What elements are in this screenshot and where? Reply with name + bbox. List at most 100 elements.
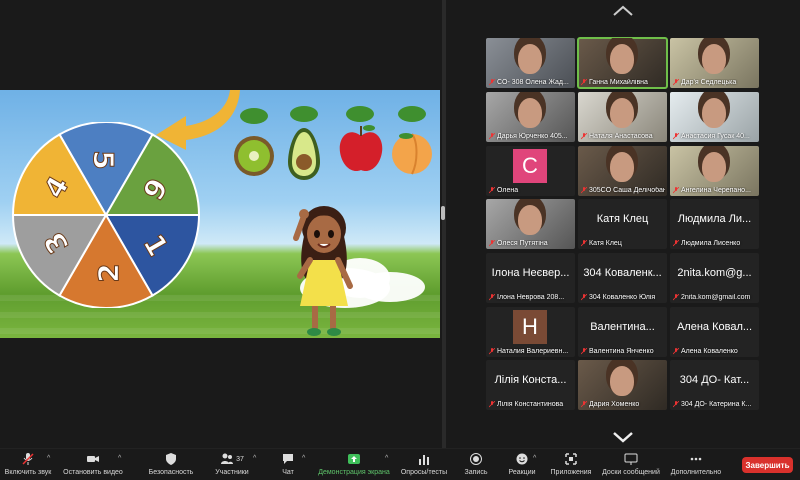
participant-tile[interactable]: 2nita.kom@g... 2nita.kom@gmail.com [670,253,759,303]
participant-name-label: Ілона Неврова 208... [489,294,573,301]
unmute-button[interactable]: Включить звук [4,452,52,480]
participant-name: Ілона Неврова 208... [497,294,565,301]
participants-options-caret-icon[interactable]: ^ [253,455,256,462]
whiteboards-button[interactable]: Доски сообщений [600,452,662,480]
chat-options-caret-icon[interactable]: ^ [302,455,305,462]
end-meeting-button[interactable]: Завершить [742,457,793,473]
participant-name: 304 Коваленко Юлія [589,294,656,301]
participant-name-label: 305CO Саша Делічобан [581,187,665,194]
microphone-muted-icon [489,401,495,408]
microphone-muted-icon [581,294,587,301]
more-button[interactable]: Дополнительно [668,452,724,480]
participants-button[interactable]: 37 Участники [210,452,254,480]
microphone-muted-icon [581,240,587,247]
participant-tile[interactable]: 304 Коваленк... 304 Коваленко Юлія [578,253,667,303]
participant-tile[interactable]: Анастасия Гусак 40... [670,92,759,142]
participant-tile[interactable]: Валентина... Валентина Янченко [578,307,667,357]
participants-label: Участники [215,469,249,476]
participant-video [610,152,634,182]
microphone-muted-icon [673,133,679,140]
meeting-toolbar: Включить звук ^ Остановить видео ^ Безоп… [0,448,800,480]
chat-label: Чат [282,469,294,476]
microphone-muted-icon [673,294,679,301]
participant-tile[interactable]: 304 ДО- Кат... 304 ДО- Катерина К... [670,360,759,410]
participant-tile[interactable]: Алена Ковал... Алена Коваленко [670,307,759,357]
participant-tile[interactable]: CO- 308 Олена Жад... [486,38,575,88]
participant-name: Ангелина Черепано... [681,187,751,194]
apps-label: Приложения [550,469,592,476]
participant-display-name: Людмила Ли... [677,213,752,225]
share-options-caret-icon[interactable]: ^ [385,455,388,462]
audio-options-caret-icon[interactable]: ^ [47,455,50,462]
participant-tile[interactable]: 305CO Саша Делічобан [578,146,667,196]
participant-name-label: 2nita.kom@gmail.com [673,294,757,301]
participant-tile[interactable]: Дар'я Седлецька [670,38,759,88]
apps-grid-icon [565,453,577,465]
microphone-muted-icon [673,187,679,194]
participant-video [610,366,634,396]
avocado-icon [288,106,320,180]
security-button[interactable]: Безопасность [145,452,197,480]
girl-character-illustration [293,206,353,336]
participant-name: Алена Коваленко [681,348,738,355]
gallery-scroll-down-icon[interactable] [611,430,635,444]
smiley-icon [516,453,528,465]
reactions-label: Реакции [508,469,536,476]
wheel-pointer-arrow-icon [156,90,240,150]
stop-video-button[interactable]: Остановить видео [60,452,126,480]
reactions-options-caret-icon[interactable]: ^ [533,455,536,462]
chat-button[interactable]: Чат [278,452,298,480]
bar-chart-icon [419,455,429,465]
participant-name-label: Лілія Константинова [489,401,573,408]
microphone-muted-icon [673,348,679,355]
participant-video [702,98,726,128]
participant-tile[interactable]: Олеся Путятіна [486,199,575,249]
stop-video-label: Остановить видео [63,469,123,476]
wheel-label-2: 2 [92,263,125,282]
participant-name: 304 ДО- Катерина К... [681,401,752,408]
participant-tile[interactable]: Наталя Анастасова [578,92,667,142]
video-options-caret-icon[interactable]: ^ [118,455,121,462]
participant-tile[interactable]: Ангелина Черепано... [670,146,759,196]
participant-tile[interactable]: Дария Хоменко [578,360,667,410]
zoom-meeting-window: 5 6 1 2 3 4 CO- 308 Олена Жад... Ганна М… [0,0,800,480]
participant-tile[interactable]: Лілія Конста... Лілія Константинова [486,360,575,410]
participant-display-name: 304 Коваленк... [583,267,662,279]
shared-screen-area: 5 6 1 2 3 4 [0,0,442,448]
participant-name: Наталя Анастасова [589,133,653,140]
participant-name-label: CO- 308 Олена Жад... [489,79,573,86]
participant-tile[interactable]: Дарья Юрченко 405... [486,92,575,142]
whiteboard-icon [624,453,638,465]
participant-tile[interactable]: Катя Клец Катя Клец [578,199,667,249]
share-screen-button[interactable]: Демонстрация экрана [316,452,392,480]
gallery-scroll-up-icon[interactable] [611,4,635,18]
microphone-muted-icon [581,79,587,86]
apps-button[interactable]: Приложения [548,452,594,480]
record-button[interactable]: Запись [462,452,490,480]
polls-button[interactable]: Опросы/тесты [398,452,450,480]
shared-content-game: 5 6 1 2 3 4 [0,90,440,338]
participant-tile[interactable]: C Олена [486,146,575,196]
participants-icon [221,453,234,464]
participant-name-label: Людмила Лисенко [673,240,757,247]
participant-name: Дария Хоменко [589,401,640,408]
security-label: Безопасность [148,469,194,476]
participant-tile[interactable]: Ганна Михайлівна [577,37,668,89]
participant-video [518,205,542,235]
microphone-muted-icon [581,187,587,194]
participant-name-label: Дар'я Седлецька [673,79,757,86]
microphone-muted-icon [489,348,495,355]
microphone-muted-icon [489,187,495,194]
participant-name: Людмила Лисенко [681,240,741,247]
participant-tile[interactable]: Людмила Ли... Людмила Лисенко [670,199,759,249]
participant-display-name: Катя Клец [596,213,649,225]
split-divider-handle[interactable] [441,206,445,220]
participant-tile[interactable]: Н Наталия Валериевн... [486,307,575,357]
microphone-muted-icon [489,240,495,247]
record-label: Запись [464,469,488,476]
participant-name-label: Наталя Анастасова [581,133,665,140]
participant-tile[interactable]: Ілона Неєвер... Ілона Неврова 208... [486,253,575,303]
participant-video [610,44,634,74]
participant-display-name: Ілона Неєвер... [491,267,570,279]
shield-icon [166,453,176,465]
